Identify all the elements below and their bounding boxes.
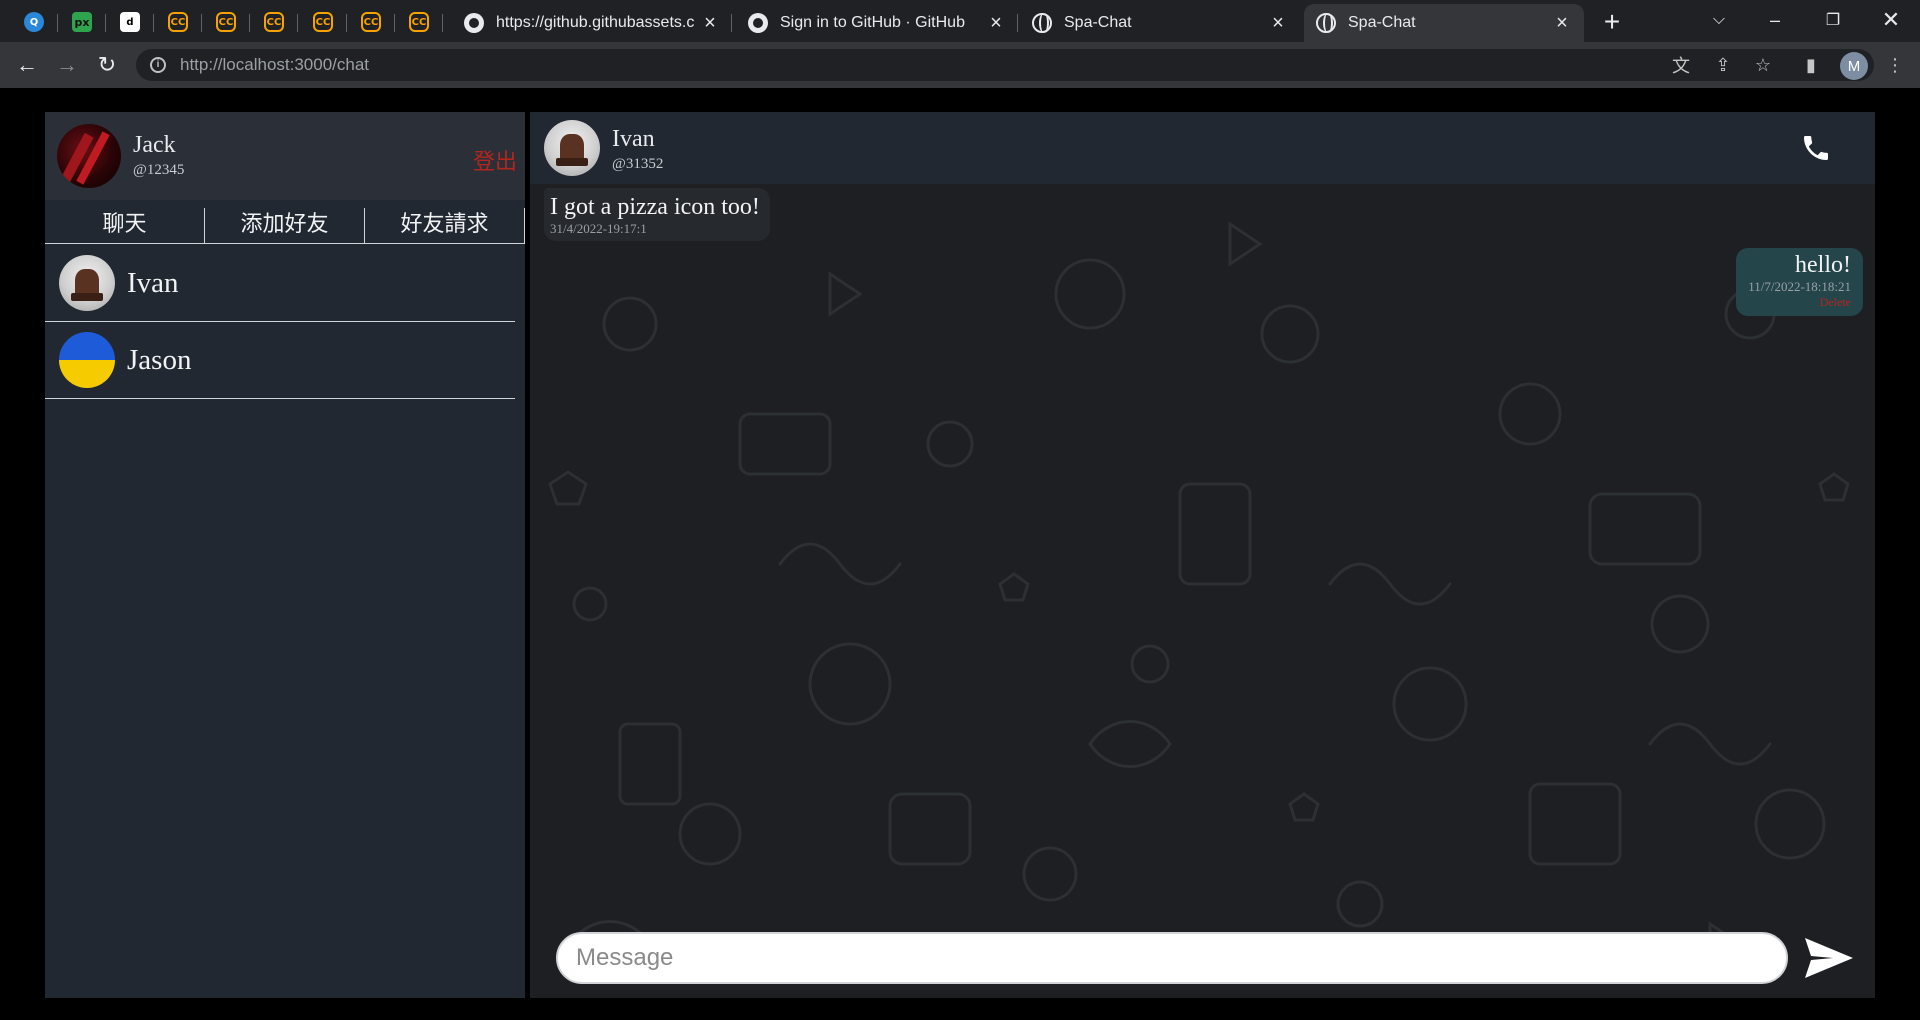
message-text: hello!: [1795, 252, 1851, 278]
tab-chat[interactable]: 聊天: [45, 208, 205, 243]
close-tab-icon[interactable]: ×: [1268, 12, 1288, 35]
url-path: :3000/chat: [289, 55, 370, 74]
menu-kebab-icon[interactable]: ⋮: [1880, 50, 1910, 80]
friend-item-jason[interactable]: Jason: [45, 322, 515, 399]
cc-icon: CC: [216, 12, 236, 32]
chat-wallpaper: [530, 184, 1875, 998]
logout-button[interactable]: 登出: [473, 144, 517, 176]
tab-add-friend[interactable]: 添加好友: [205, 208, 365, 243]
sidebar-tabs: 聊天 添加好友 好友請求: [45, 208, 525, 244]
side-panel-icon[interactable]: ▮: [1796, 50, 1826, 80]
pinned-tab[interactable]: CC: [250, 4, 298, 40]
cc-icon: CC: [264, 12, 284, 32]
chat-panel: Ivan @31352 I got a pizza icon too! 31/4…: [530, 112, 1875, 998]
qq-icon: Q: [24, 12, 44, 32]
pinned-tab[interactable]: CC: [154, 4, 202, 40]
pinned-tab[interactable]: Q: [10, 4, 58, 40]
message-outgoing: hello! 11/7/2022-18:18:21 Delete: [1736, 248, 1863, 316]
pinned-tab[interactable]: px: [58, 4, 106, 40]
url-scheme-host: http://localhost: [180, 55, 290, 74]
share-icon[interactable]: ⇪: [1708, 50, 1738, 80]
close-window-icon[interactable]: ✕: [1868, 0, 1914, 40]
browser-tab-active[interactable]: Spa-Chat ×: [1304, 4, 1584, 42]
sidebar: Jack @12345 登出 聊天 添加好友 好友請求 Ivan Jason: [45, 112, 525, 998]
profile-avatar[interactable]: M: [1840, 52, 1868, 80]
px-icon: px: [72, 12, 92, 32]
jason-avatar: [59, 332, 115, 388]
tab-title: https://github.githubassets.c: [496, 14, 695, 31]
friend-item-ivan[interactable]: Ivan: [45, 245, 515, 322]
chat-header: Ivan @31352: [530, 112, 1875, 184]
tab-title: Sign in to GitHub · GitHub: [780, 14, 965, 31]
pinned-tab[interactable]: CC: [202, 4, 250, 40]
browser-tab[interactable]: Sign in to GitHub · GitHub ×: [736, 4, 1018, 42]
chat-app: Jack @12345 登出 聊天 添加好友 好友請求 Ivan Jason I…: [0, 88, 1920, 1020]
address-bar[interactable]: i http://localhost:3000/chat: [136, 49, 1874, 81]
new-tab-button[interactable]: +: [1598, 8, 1626, 36]
tiktok-icon: d: [120, 12, 140, 32]
restore-icon[interactable]: ❐: [1810, 0, 1856, 40]
cc-icon: CC: [313, 12, 333, 32]
globe-icon: [1316, 13, 1336, 33]
message-incoming: I got a pizza icon too! 31/4/2022-19:17:…: [544, 188, 770, 241]
github-icon: [464, 13, 484, 33]
message-text: I got a pizza icon too!: [550, 194, 760, 220]
tab-search-icon[interactable]: ⌵: [1696, 0, 1742, 40]
tab-title: Spa-Chat: [1348, 14, 1416, 31]
pinned-tab[interactable]: CC: [395, 4, 443, 40]
translate-icon[interactable]: 文: [1666, 50, 1696, 80]
tab-title: Spa-Chat: [1064, 14, 1132, 31]
cc-icon: CC: [168, 12, 188, 32]
github-icon: [748, 13, 768, 33]
peer-handle: @31352: [612, 156, 664, 172]
close-tab-icon[interactable]: ×: [700, 12, 720, 35]
browser-tab[interactable]: Spa-Chat ×: [1020, 4, 1300, 42]
browser-tab[interactable]: https://github.githubassets.c ×: [452, 4, 732, 42]
close-tab-icon[interactable]: ×: [986, 12, 1006, 35]
message-timestamp: 31/4/2022-19:17:1: [550, 221, 647, 236]
cc-icon: CC: [409, 12, 429, 32]
current-user-name: Jack: [133, 132, 176, 158]
close-tab-icon[interactable]: ×: [1552, 12, 1572, 35]
current-user-avatar: [57, 124, 121, 188]
message-input[interactable]: [558, 944, 1786, 972]
peer-name: Ivan: [612, 126, 655, 152]
back-arrow-icon[interactable]: ←: [12, 50, 42, 80]
friend-name: Ivan: [127, 266, 179, 299]
friend-list: Ivan Jason: [45, 245, 515, 399]
friend-name: Jason: [127, 343, 192, 376]
pinned-tab[interactable]: CC: [347, 4, 395, 40]
minimize-icon[interactable]: –: [1752, 0, 1798, 40]
reload-icon[interactable]: ↻: [92, 50, 122, 80]
delete-message-button[interactable]: Delete: [1748, 295, 1851, 310]
phone-call-icon[interactable]: [1800, 132, 1832, 164]
pinned-tab[interactable]: d: [106, 4, 154, 40]
current-user-handle: @12345: [133, 162, 185, 178]
bookmark-star-icon[interactable]: ☆: [1748, 50, 1778, 80]
message-timestamp: 11/7/2022-18:18:21: [1748, 279, 1851, 294]
pinned-tab[interactable]: CC: [299, 4, 347, 40]
forward-arrow-icon[interactable]: →: [52, 50, 82, 80]
cc-icon: CC: [361, 12, 381, 32]
url-text[interactable]: http://localhost:3000/chat: [180, 55, 369, 75]
send-icon[interactable]: [1805, 938, 1853, 978]
tab-friend-requests[interactable]: 好友請求: [365, 208, 525, 243]
current-user-header: Jack @12345 登出: [45, 112, 525, 200]
ivan-avatar: [59, 255, 115, 311]
browser-toolbar: ← → ↻ i http://localhost:3000/chat 文 ⇪ ☆…: [0, 42, 1920, 88]
globe-icon: [1032, 13, 1052, 33]
browser-tab-strip: Q px d CC CC CC CC CC CC https://github.…: [0, 0, 1920, 42]
peer-avatar: [544, 120, 600, 176]
message-composer: [556, 932, 1788, 984]
site-info-icon[interactable]: i: [150, 57, 166, 73]
